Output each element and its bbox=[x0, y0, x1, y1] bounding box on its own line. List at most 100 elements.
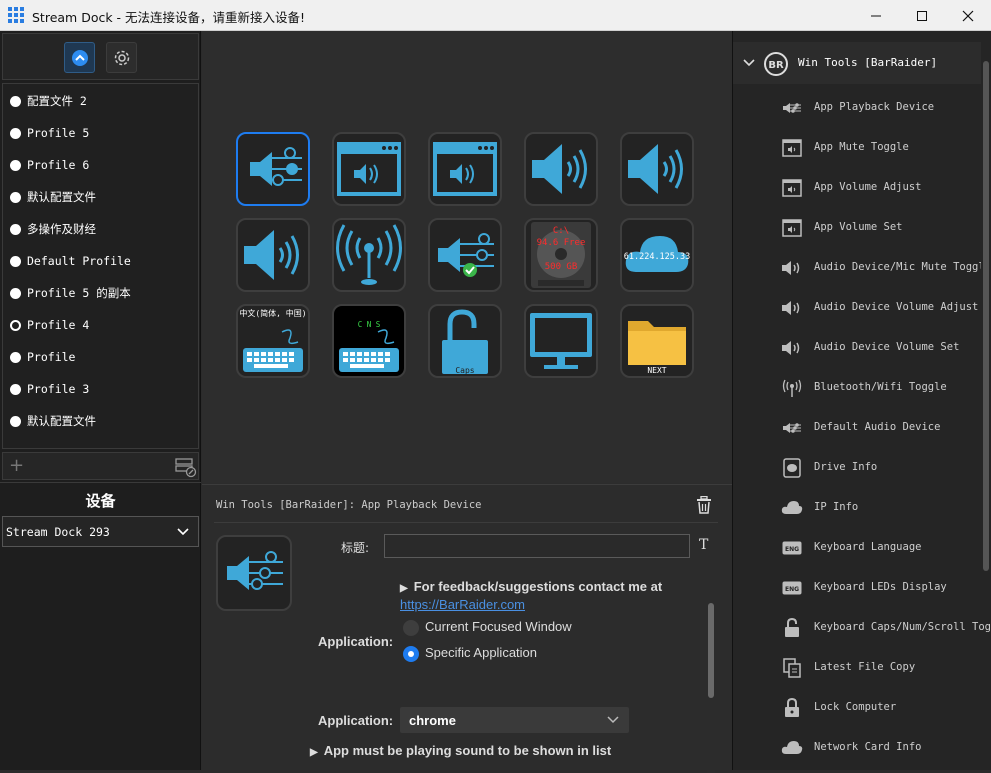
key-audio-device-volume-adjust[interactable] bbox=[620, 132, 694, 206]
profile-toggle-button[interactable] bbox=[64, 42, 95, 73]
speaker-icon bbox=[781, 297, 803, 319]
profile-item[interactable]: 多操作及财经 bbox=[3, 213, 200, 245]
plugin-header[interactable]: BR Win Tools [BarRaider] bbox=[733, 42, 981, 84]
profile-item[interactable]: Profile 4 bbox=[3, 309, 200, 341]
key-keyboard-leds[interactable]: C N S bbox=[332, 304, 406, 378]
radio-current-window[interactable] bbox=[403, 620, 419, 636]
action-label: Audio Device/Mic Mute Toggle bbox=[814, 261, 991, 273]
minimize-button[interactable] bbox=[853, 0, 899, 31]
action-item[interactable]: Lock Computer bbox=[733, 688, 981, 728]
radio-dot-icon bbox=[10, 127, 21, 139]
key-next-page[interactable]: NEXT bbox=[620, 304, 694, 378]
keyboard-icon bbox=[339, 329, 399, 372]
action-item[interactable]: App Volume Set bbox=[733, 208, 981, 248]
inspector-scrollbar[interactable] bbox=[707, 603, 715, 773]
key-app-volume-adjust[interactable] bbox=[428, 132, 502, 206]
profile-manager-button[interactable] bbox=[175, 456, 197, 482]
key-drive-info[interactable]: C:\ 94.6 Free 500 GB bbox=[524, 218, 598, 292]
text-style-button[interactable]: T bbox=[699, 537, 708, 553]
caret-right-icon: ▶ bbox=[310, 747, 318, 758]
key-app-playback-device[interactable] bbox=[236, 132, 310, 206]
action-item[interactable]: App Playback Device bbox=[733, 88, 981, 128]
action-item[interactable]: IP Info bbox=[733, 488, 981, 528]
property-inspector: Win Tools [BarRaider]: App Playback Devi… bbox=[202, 484, 732, 773]
profile-label: Default Profile bbox=[27, 254, 131, 268]
key-app-mute-toggle[interactable] bbox=[332, 132, 406, 206]
profile-item[interactable]: 默认配置文件 bbox=[3, 181, 200, 213]
scrollbar-thumb[interactable] bbox=[708, 603, 714, 698]
profile-item[interactable]: Profile 6 bbox=[3, 149, 200, 181]
scrollbar-thumb[interactable] bbox=[983, 61, 989, 571]
key-ip-info[interactable]: 61.224.125.33 bbox=[620, 218, 694, 292]
actions-scrollbar[interactable] bbox=[981, 61, 991, 571]
profile-item[interactable]: Profile 5 的副本 bbox=[3, 277, 200, 309]
action-item[interactable]: Drive Info bbox=[733, 448, 981, 488]
add-profile-button[interactable]: + bbox=[9, 455, 24, 476]
action-item[interactable]: App Mute Toggle bbox=[733, 128, 981, 168]
profile-label: Profile 6 bbox=[27, 158, 90, 172]
action-label: Latest File Copy bbox=[814, 661, 916, 673]
speaker-icon bbox=[628, 144, 683, 194]
server-settings-icon bbox=[175, 458, 197, 478]
speaker-icon bbox=[244, 230, 299, 280]
profile-item[interactable]: Profile 5 bbox=[3, 117, 200, 149]
trash-icon bbox=[697, 495, 711, 514]
plugin-name: Win Tools [BarRaider] bbox=[798, 56, 938, 69]
feedback-link[interactable]: https://BarRaider.com bbox=[400, 597, 525, 612]
key-caps-toggle[interactable]: Caps bbox=[428, 304, 502, 378]
title-input[interactable] bbox=[384, 534, 690, 558]
keyboard-eng-icon: ENG bbox=[781, 577, 803, 599]
radio-dot-icon bbox=[10, 383, 21, 395]
close-button[interactable] bbox=[945, 0, 991, 31]
action-item[interactable]: ENG Keyboard LEDs Display bbox=[733, 568, 981, 608]
action-item[interactable]: Keyboard Caps/Num/Scroll Toggle bbox=[733, 608, 991, 648]
svg-text:ENG: ENG bbox=[785, 586, 799, 593]
device-select[interactable]: Stream Dock 293 bbox=[2, 516, 199, 547]
profile-item[interactable]: Default Profile bbox=[3, 245, 200, 277]
delete-button[interactable] bbox=[696, 495, 712, 518]
profile-item[interactable]: 默认配置文件 bbox=[3, 405, 200, 437]
action-item[interactable]: App Volume Adjust bbox=[733, 168, 981, 208]
action-label: Audio Device Volume Adjust bbox=[814, 301, 979, 313]
action-item[interactable]: Latest File Copy bbox=[733, 648, 981, 688]
radio-dot-icon bbox=[10, 415, 21, 427]
key-audio-device-volume-set[interactable] bbox=[236, 218, 310, 292]
profile-label: Profile 3 bbox=[27, 382, 90, 396]
application-select[interactable]: chrome bbox=[400, 707, 629, 733]
key-monitor[interactable] bbox=[524, 304, 598, 378]
lock-icon bbox=[781, 697, 803, 719]
action-item[interactable]: ENG Keyboard Language bbox=[733, 528, 981, 568]
cloud-icon bbox=[781, 737, 803, 759]
key-preview[interactable] bbox=[216, 535, 292, 611]
profile-item[interactable]: 配置文件 2 bbox=[3, 85, 200, 117]
action-item[interactable]: Bluetooth/Wifi Toggle bbox=[733, 368, 981, 408]
playback-icon bbox=[781, 97, 803, 119]
radio-specific-application[interactable] bbox=[403, 646, 419, 662]
chevron-down-icon bbox=[743, 59, 755, 67]
barraider-logo-icon: BR bbox=[764, 52, 788, 76]
key-keyboard-language[interactable]: 中文(简体, 中国) bbox=[236, 304, 310, 378]
file-copy-icon bbox=[781, 657, 803, 679]
settings-button[interactable] bbox=[106, 42, 137, 73]
key-audio-device-mute[interactable] bbox=[524, 132, 598, 206]
title-bar: Stream Dock - 无法连接设备，请重新接入设备! bbox=[0, 0, 991, 31]
action-label: Bluetooth/Wifi Toggle bbox=[814, 381, 947, 393]
key-default-audio-device[interactable] bbox=[428, 218, 502, 292]
svg-text:BR: BR bbox=[768, 60, 784, 71]
action-item[interactable]: Audio Device Volume Adjust bbox=[733, 288, 981, 328]
caret-right-icon: ▶ bbox=[400, 583, 408, 594]
action-item[interactable]: Network Card Info bbox=[733, 728, 981, 768]
action-item[interactable]: Audio Device Volume Set bbox=[733, 328, 981, 368]
keyboard-leds-text: C N S bbox=[357, 320, 381, 329]
action-label: App Volume Adjust bbox=[814, 181, 922, 193]
action-label: App Playback Device bbox=[814, 101, 935, 113]
maximize-button[interactable] bbox=[899, 0, 945, 31]
inspector-title: Win Tools [BarRaider]: App Playback Devi… bbox=[216, 499, 482, 511]
close-icon bbox=[962, 10, 974, 21]
action-item[interactable]: Default Audio Device bbox=[733, 408, 981, 448]
key-bluetooth-wifi-toggle[interactable] bbox=[332, 218, 406, 292]
action-item[interactable]: Audio Device/Mic Mute Toggle bbox=[733, 248, 991, 288]
profile-item[interactable]: Profile bbox=[3, 341, 200, 373]
profile-item[interactable]: Profile 3 bbox=[3, 373, 200, 405]
profile-label: Profile 5 的副本 bbox=[27, 286, 131, 300]
